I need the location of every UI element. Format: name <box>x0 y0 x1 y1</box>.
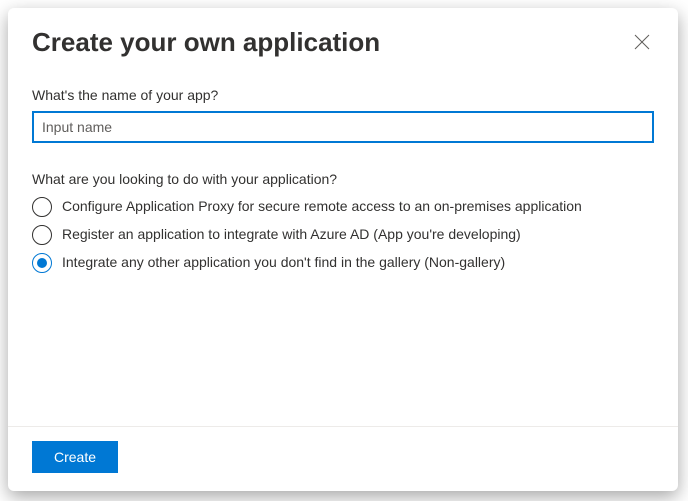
panel-body: What's the name of your app? What are yo… <box>8 59 678 427</box>
app-name-label: What's the name of your app? <box>32 87 654 103</box>
radio-option-non-gallery[interactable]: Integrate any other application you don'… <box>32 253 654 273</box>
close-button[interactable] <box>630 30 654 57</box>
purpose-question: What are you looking to do with your app… <box>32 171 654 187</box>
radio-label: Register an application to integrate wit… <box>62 225 521 245</box>
radio-icon <box>32 253 52 273</box>
app-name-input[interactable] <box>32 111 654 143</box>
purpose-radio-group: Configure Application Proxy for secure r… <box>32 197 654 273</box>
panel-footer: Create <box>8 426 678 491</box>
radio-option-register[interactable]: Register an application to integrate wit… <box>32 225 654 245</box>
panel-title: Create your own application <box>32 26 380 59</box>
create-application-panel: Create your own application What's the n… <box>8 8 678 491</box>
radio-label: Configure Application Proxy for secure r… <box>62 197 582 217</box>
panel-header: Create your own application <box>8 8 678 59</box>
radio-icon <box>32 197 52 217</box>
create-button[interactable]: Create <box>32 441 118 473</box>
radio-option-proxy[interactable]: Configure Application Proxy for secure r… <box>32 197 654 217</box>
radio-icon <box>32 225 52 245</box>
close-icon <box>634 34 650 53</box>
radio-label: Integrate any other application you don'… <box>62 253 505 273</box>
